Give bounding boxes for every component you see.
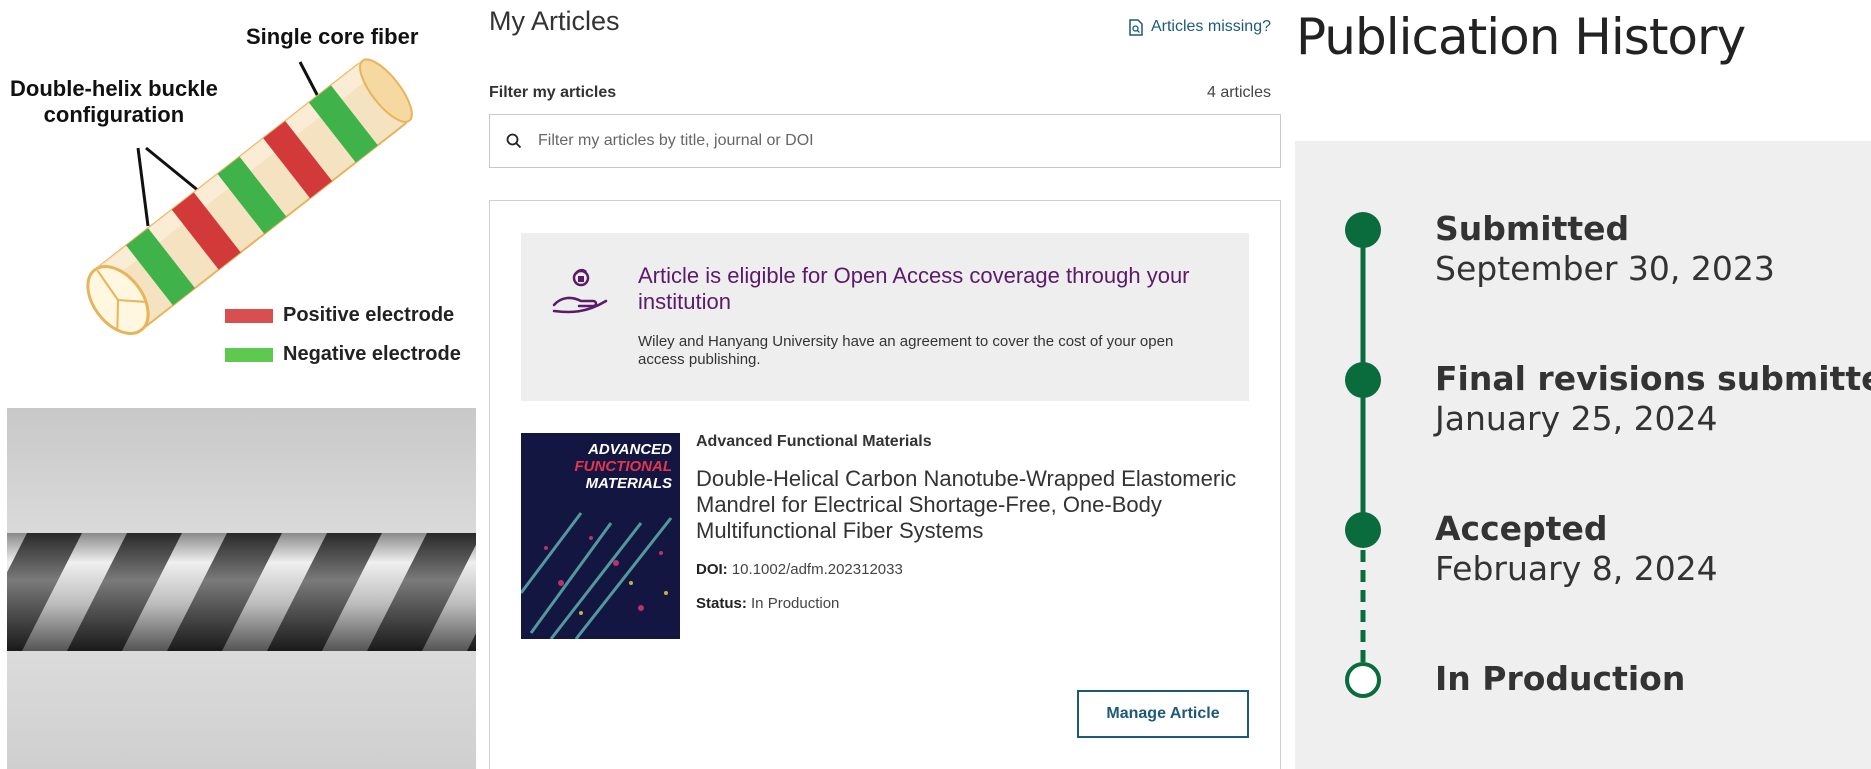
timeline-dot-accepted xyxy=(1345,512,1381,548)
cover-title-line-3: MATERIALS xyxy=(585,475,672,492)
history-title: Publication History xyxy=(1296,8,1746,66)
search-input[interactable] xyxy=(536,131,1240,151)
legend-negative: Negative electrode xyxy=(225,343,461,366)
document-search-icon xyxy=(1129,18,1143,36)
step-production-label: In Production xyxy=(1435,659,1686,698)
cover-title-line-2: FUNCTIONAL xyxy=(574,458,673,475)
cover-title-line-1: ADVANCED xyxy=(588,441,672,458)
step-accepted-label: Accepted xyxy=(1435,509,1608,548)
timeline-dot-submitted xyxy=(1345,212,1381,248)
open-access-title: Article is eligible for Open Access cove… xyxy=(638,263,1190,314)
article-count: 4 articles xyxy=(1206,84,1271,101)
timeline-dot-revisions xyxy=(1345,362,1381,398)
timeline-dot-production xyxy=(1345,662,1381,698)
open-access-banner: Article is eligible for Open Access cove… xyxy=(521,233,1249,401)
legend-positive-label: Positive electrode xyxy=(283,304,455,326)
journal-cover[interactable]: ADVANCED FUNCTIONAL MATERIALS xyxy=(521,433,680,639)
doi-row: DOI: 10.1002/adfm.202312033 xyxy=(696,561,903,578)
doi-value: 10.1002/adfm.202312033 xyxy=(731,561,903,578)
articles-missing-link[interactable]: Articles missing? xyxy=(1129,18,1271,36)
open-access-text: Wiley and Hanyang University have an agr… xyxy=(638,333,1174,368)
step-submitted-date: September 30, 2023 xyxy=(1435,249,1775,288)
fiber-figure: Single core fiber Double-helix buckle co… xyxy=(0,0,480,769)
page-title: My Articles xyxy=(489,6,620,36)
step-accepted-date: February 8, 2024 xyxy=(1435,549,1718,588)
history-timeline: Submitted September 30, 2023 Final revis… xyxy=(1295,141,1871,769)
search-icon xyxy=(506,133,522,149)
manage-article-button[interactable]: Manage Article xyxy=(1077,690,1249,738)
negative-swatch xyxy=(225,347,273,362)
positive-swatch xyxy=(225,308,273,323)
articles-missing-label: Articles missing? xyxy=(1150,18,1271,35)
publication-history-panel: Publication History Submitted September … xyxy=(1295,0,1871,769)
step-revisions-date: January 25, 2024 xyxy=(1435,399,1718,438)
fiber-micrograph xyxy=(7,408,476,769)
journal-name: Advanced Functional Materials xyxy=(696,433,932,450)
legend-negative-label: Negative electrode xyxy=(283,343,461,365)
legend-positive: Positive electrode xyxy=(225,304,454,327)
status-value: In Production xyxy=(751,595,840,612)
fiber-diagram xyxy=(86,58,413,335)
article-card: Article is eligible for Open Access cove… xyxy=(489,200,1281,769)
status-label: Status: xyxy=(696,595,747,612)
step-revisions-label: Final revisions submitted xyxy=(1435,359,1871,398)
my-articles-panel: My Articles Articles missing? Filter my … xyxy=(489,0,1281,769)
article-title[interactable]: Double-Helical Carbon Nanotube-Wrapped E… xyxy=(696,466,1256,544)
open-access-hand-icon xyxy=(552,268,608,314)
status-row: Status: In Production xyxy=(696,595,839,612)
filter-label: Filter my articles xyxy=(489,84,617,101)
doi-label: DOI: xyxy=(696,561,728,578)
step-submitted-label: Submitted xyxy=(1435,209,1630,248)
search-box xyxy=(489,114,1281,168)
